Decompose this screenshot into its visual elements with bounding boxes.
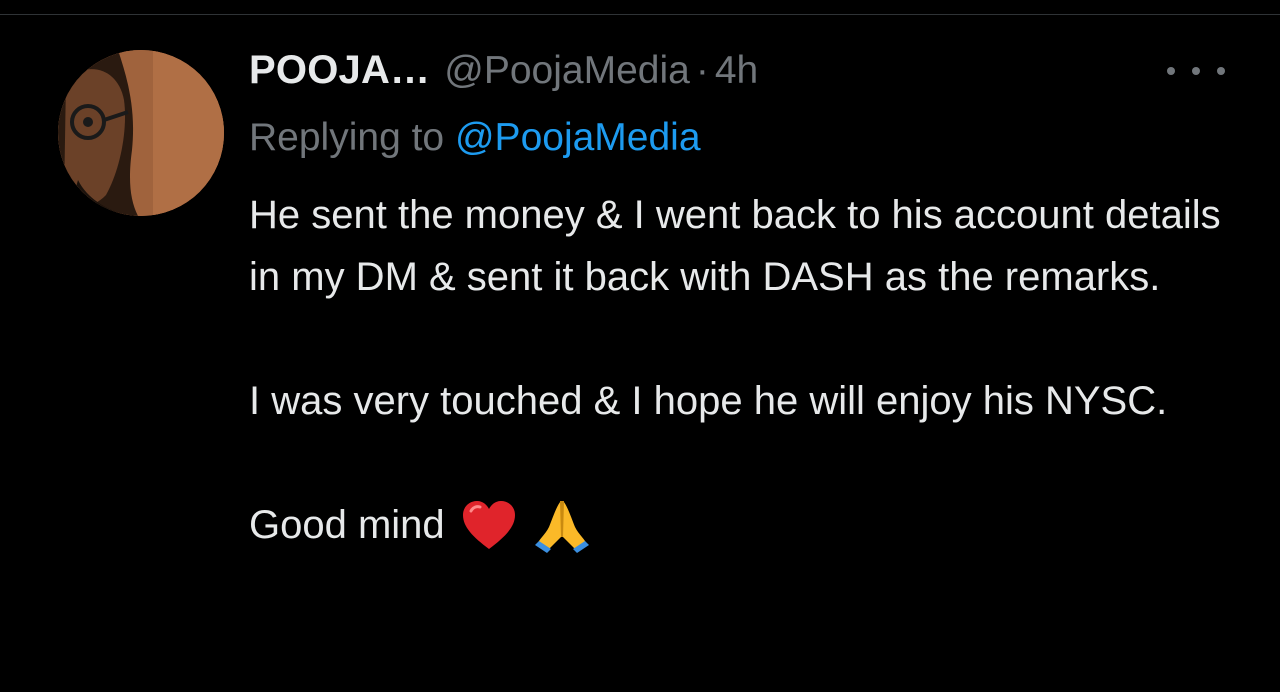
replying-to-label: Replying to (249, 116, 445, 159)
tweet-paragraph: Good mind (249, 503, 445, 547)
display-name[interactable]: POOJA… (249, 48, 430, 93)
tweet-paragraph: I was very touched & I hope he will enjo… (249, 379, 1168, 423)
red-heart-icon (461, 499, 517, 551)
tweet[interactable]: POOJA… @PoojaMedia · 4h Replying to @Poo… (0, 0, 1280, 692)
more-horizontal-icon (1167, 67, 1175, 75)
tweet-paragraph-emoji-line: Good mind (249, 494, 1229, 556)
tweet-text: He sent the money & I went back to his a… (249, 184, 1229, 556)
folded-hands-icon (533, 497, 591, 553)
user-handle[interactable]: @PoojaMedia (444, 49, 690, 93)
separator-dot: · (695, 49, 709, 92)
avatar[interactable] (58, 50, 224, 216)
tweet-paragraph: He sent the money & I went back to his a… (249, 193, 1221, 299)
tweet-content: POOJA… @PoojaMedia · 4h Replying to @Poo… (249, 48, 1229, 556)
more-horizontal-icon-dot (1217, 67, 1225, 75)
replying-to: Replying to @PoojaMedia (249, 112, 1229, 164)
timestamp[interactable]: 4h (715, 49, 758, 93)
more-horizontal-icon-dot (1192, 67, 1200, 75)
more-options-button[interactable] (1167, 56, 1225, 86)
tweet-header: POOJA… @PoojaMedia · 4h (249, 48, 1229, 100)
avatar-image (58, 50, 224, 216)
replying-to-handle-link[interactable]: @PoojaMedia (455, 116, 701, 159)
